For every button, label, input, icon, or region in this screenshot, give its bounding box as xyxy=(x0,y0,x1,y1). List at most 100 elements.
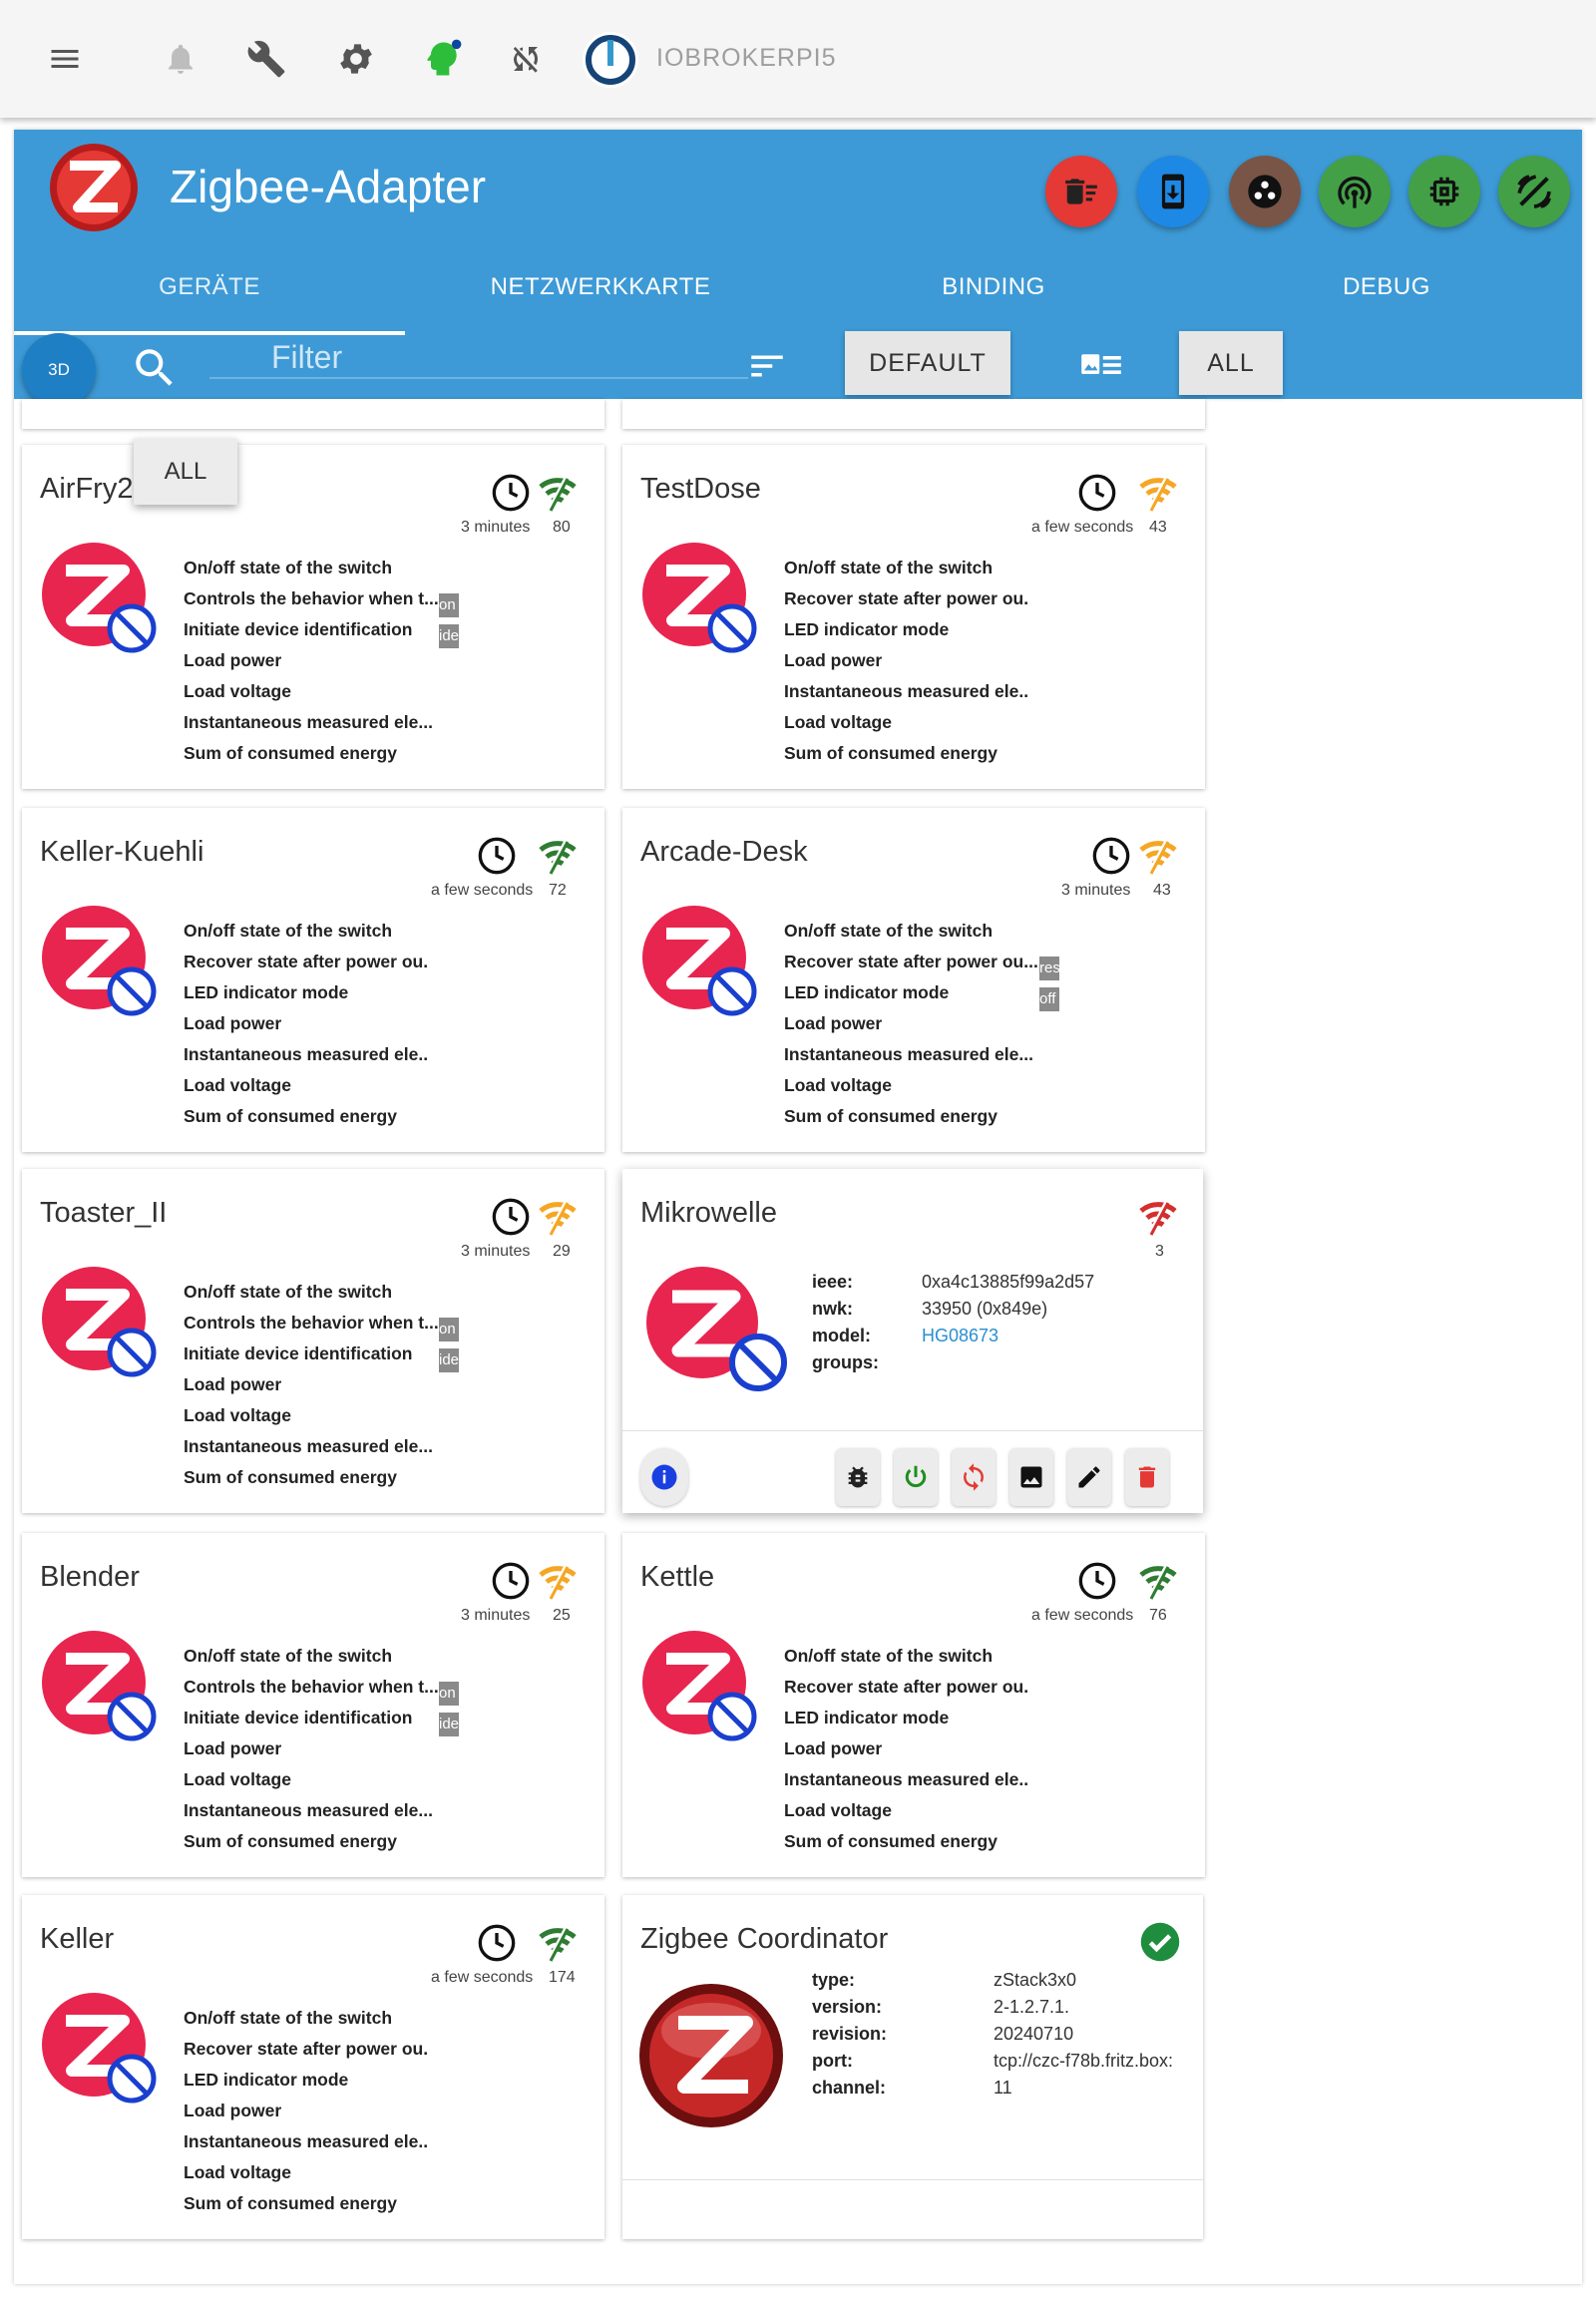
state-label: Load voltage xyxy=(184,681,291,701)
device-image xyxy=(42,1267,157,1377)
state-label: Load power xyxy=(784,650,883,670)
state-value-tag[interactable]: on xyxy=(439,593,459,617)
state-value-tag[interactable]: ide xyxy=(439,624,459,648)
device-card-keller[interactable]: Keller a few seconds 174 On/off state of th… xyxy=(22,1895,604,2239)
nwk-label: nwk: xyxy=(812,1299,854,1319)
last-seen: a few seconds xyxy=(1031,1607,1134,1624)
last-seen: 3 minutes xyxy=(461,1607,531,1624)
delete-sweep-button[interactable] xyxy=(1045,156,1117,227)
state-label: Instantaneous measured ele... xyxy=(184,1436,433,1456)
device-card-testdose[interactable]: TestDose a few seconds 43 On/off state of t… xyxy=(622,445,1205,789)
filter-input[interactable]: Filter xyxy=(271,339,342,376)
device-name: Arcade-Desk xyxy=(640,836,808,868)
tab-indicator xyxy=(14,331,405,335)
device-card-airfry2[interactable]: AirFry2 3 minutes 80 On/off state of the sw… xyxy=(22,445,604,789)
image-button[interactable] xyxy=(1009,1448,1053,1506)
signal-icon xyxy=(539,1926,577,1962)
state-list: On/off state of the switch Recover state … xyxy=(184,916,428,1132)
device-card-blender[interactable]: Blender 3 minutes 25 On/off state of the sw… xyxy=(22,1533,604,1877)
coordinator-image xyxy=(639,1984,783,2127)
info-button[interactable] xyxy=(640,1448,688,1506)
state-label: Sum of consumed energy xyxy=(184,1831,397,1851)
power-button[interactable] xyxy=(894,1448,938,1506)
link-quality: 72 xyxy=(549,882,567,899)
bell-icon[interactable] xyxy=(158,36,203,82)
edit-button[interactable] xyxy=(1067,1448,1111,1506)
device-card-toaster_ii[interactable]: Toaster_II 3 minutes 29 On/off state of the… xyxy=(22,1169,604,1513)
tab-netzwerkkarte[interactable]: NETZWERKKARTE xyxy=(405,273,796,301)
state-label: Load power xyxy=(184,650,282,670)
delete-button[interactable] xyxy=(1125,1448,1169,1506)
all-button[interactable]: ALL xyxy=(1179,331,1283,395)
port-label: port: xyxy=(812,2051,853,2071)
signal-weak-icon xyxy=(1139,1200,1177,1236)
reconfigure-button[interactable] xyxy=(952,1448,996,1506)
gear-icon[interactable] xyxy=(333,36,379,82)
state-label: On/off state of the switch xyxy=(184,1282,393,1302)
signal-button[interactable] xyxy=(1498,156,1570,227)
view-3d-button[interactable]: 3D xyxy=(22,333,96,407)
debug-button[interactable] xyxy=(836,1448,880,1506)
all-popup[interactable]: ALL xyxy=(134,439,237,505)
zigbee-logo xyxy=(50,144,138,231)
signal-icon xyxy=(539,1200,577,1236)
model-link[interactable]: HG08673 xyxy=(922,1323,998,1349)
tab-geraete[interactable]: GERÄTE xyxy=(14,273,405,301)
channel-value: 11 xyxy=(994,2078,1012,2098)
device-name: Mikrowelle xyxy=(640,1197,777,1229)
device-card-kettle[interactable]: Kettle a few seconds 76 On/off state of the… xyxy=(622,1533,1205,1877)
device-card-keller-kuehli[interactable]: Keller-Kuehli a few seconds 72 On/off state… xyxy=(22,808,604,1152)
state-value-tag[interactable]: ide xyxy=(439,1713,459,1736)
groups-button[interactable] xyxy=(1229,156,1301,227)
sort-icon[interactable] xyxy=(746,345,788,392)
sync-off-icon[interactable] xyxy=(503,36,549,82)
clock-icon xyxy=(1078,474,1116,512)
state-label: On/off state of the switch xyxy=(184,558,393,577)
state-label: Instantaneous measured ele.. xyxy=(784,1769,1029,1789)
coordinator-card[interactable]: Zigbee Coordinator type: version: revisi… xyxy=(622,1895,1203,2239)
image-icon xyxy=(1020,1466,1042,1488)
tab-binding[interactable]: BINDING xyxy=(796,273,1191,301)
device-image xyxy=(42,906,157,1016)
touchlink-button[interactable] xyxy=(1319,156,1391,227)
link-quality: 25 xyxy=(553,1607,571,1624)
state-label: Sum of consumed energy xyxy=(184,1106,397,1126)
menu-icon[interactable] xyxy=(42,36,88,82)
state-label: Initiate device identification xyxy=(184,1343,413,1363)
state-label: Instantaneous measured ele... xyxy=(184,712,433,732)
state-value-tag[interactable]: ide xyxy=(439,1348,459,1372)
state-list: On/off state of the switch Recover state … xyxy=(784,553,1028,769)
state-label: Instantaneous measured ele.. xyxy=(784,681,1029,701)
link-quality: 29 xyxy=(553,1243,571,1260)
state-label: Recover state after power ou. xyxy=(184,2039,429,2059)
default-button[interactable]: DEFAULT xyxy=(845,331,1010,395)
nwk-value: 33950 (0x849e) xyxy=(922,1299,1048,1319)
link-quality: 80 xyxy=(553,519,571,536)
device-image xyxy=(642,906,757,1016)
signal-icon xyxy=(1139,1564,1177,1600)
card-partial-top-left xyxy=(22,399,604,429)
state-value-tag[interactable]: on xyxy=(439,1682,459,1706)
tab-debug[interactable]: DEBUG xyxy=(1191,273,1582,301)
port-value: tcp://czc-f78b.fritz.box: xyxy=(994,2051,1174,2071)
state-label: Load voltage xyxy=(784,1075,892,1095)
view-3d-label: 3D xyxy=(48,360,70,379)
groups-icon xyxy=(1248,175,1282,208)
device-card-arcade-desk[interactable]: Arcade-Desk 3 minutes 43 On/off state of th… xyxy=(622,808,1205,1152)
device-name: Kettle xyxy=(640,1561,715,1593)
revision-value: 20240710 xyxy=(994,2024,1074,2044)
state-label: On/off state of the switch xyxy=(784,921,994,941)
check-circle-icon xyxy=(1140,1922,1180,1962)
state-label: Load power xyxy=(184,1013,282,1033)
state-value-tag[interactable]: res xyxy=(1039,957,1059,980)
host-name[interactable]: IOBROKERPI5 xyxy=(656,44,837,73)
state-value-tag[interactable]: off xyxy=(1039,987,1059,1011)
pairing-download-button[interactable] xyxy=(1137,156,1209,227)
card-view-icon[interactable] xyxy=(1079,347,1123,388)
state-value-tag[interactable]: on xyxy=(439,1318,459,1341)
chip-button[interactable] xyxy=(1408,156,1480,227)
user-head-icon[interactable] xyxy=(419,36,465,82)
device-image xyxy=(42,543,157,653)
device-name: Keller xyxy=(40,1923,115,1955)
wrench-icon[interactable] xyxy=(243,36,289,82)
